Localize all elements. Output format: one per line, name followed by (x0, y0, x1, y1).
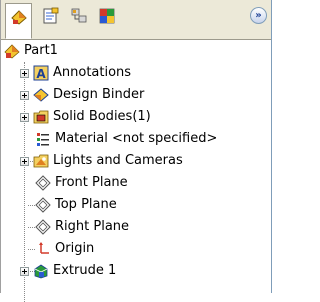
tree-connector-right-plane (28, 249, 35, 250)
tab-configuration-manager[interactable] (65, 3, 92, 29)
tree-item-top-plane[interactable]: Top Plane (35, 194, 117, 216)
part-icon (4, 44, 20, 59)
tab-property-manager[interactable] (37, 3, 64, 29)
feature-manager-icon (10, 10, 27, 25)
configuration-manager-icon (71, 8, 86, 23)
expand-toggle[interactable] (20, 156, 29, 166)
tree-item-material[interactable]: Material <not specified> (35, 128, 217, 150)
solid-bodies-icon (33, 110, 49, 124)
tree-item-label: Material <not specified> (55, 131, 218, 146)
tree-item-design-binder[interactable]: Design Binder (20, 84, 144, 106)
tree-item-solid-bodies[interactable]: Solid Bodies(1) (20, 106, 151, 128)
tree-item-label: Lights and Cameras (53, 153, 183, 168)
tree-item-label: Solid Bodies(1) (53, 109, 151, 124)
plane-icon (35, 175, 51, 191)
tree-connector-top-plane (28, 227, 35, 228)
expand-toggle[interactable] (20, 90, 29, 100)
tree-item-origin[interactable]: Origin (35, 238, 94, 260)
tree-item-label: Right Plane (55, 219, 130, 234)
plane-icon (35, 197, 51, 213)
expand-toggle[interactable] (20, 112, 29, 122)
origin-icon (39, 242, 49, 254)
tree-item-right-plane[interactable]: Right Plane (35, 216, 129, 238)
tree-item-label: Front Plane (55, 175, 128, 190)
annotations-icon: A (33, 65, 49, 81)
tree-item-label: Annotations (53, 65, 132, 80)
panel-tab-bar: » (1, 0, 271, 40)
tree-connector-front-plane (28, 205, 35, 206)
tree-item-label: Design Binder (53, 87, 145, 102)
tree-item-part1[interactable]: Part1 (4, 40, 58, 62)
plane-icon (35, 219, 51, 235)
expand-panel-button[interactable]: » (250, 7, 267, 24)
property-manager-icon (43, 7, 58, 24)
display-manager-icon (99, 8, 114, 24)
tab-feature-manager[interactable] (5, 3, 32, 39)
tree-item-lights-cameras[interactable]: Lights and Cameras (20, 150, 183, 172)
tree-item-annotations[interactable]: A Annotations (20, 62, 131, 84)
tree-item-front-plane[interactable]: Front Plane (35, 172, 128, 194)
tab-display-manager[interactable] (93, 3, 120, 29)
expand-toggle[interactable] (20, 266, 29, 276)
tree-item-label: Extrude 1 (53, 263, 117, 278)
tree-item-label: Origin (55, 241, 95, 256)
design-binder-icon (33, 88, 49, 102)
tree-item-extrude-1[interactable]: Extrude 1 (20, 260, 116, 282)
svg-text:A: A (36, 67, 46, 81)
expand-toggle[interactable] (20, 68, 29, 78)
extrude-icon (34, 264, 48, 279)
tree-item-label: Part1 (24, 43, 58, 58)
tree-item-label: Top Plane (55, 197, 117, 212)
material-icon (37, 133, 49, 146)
lights-cameras-icon (33, 154, 49, 168)
